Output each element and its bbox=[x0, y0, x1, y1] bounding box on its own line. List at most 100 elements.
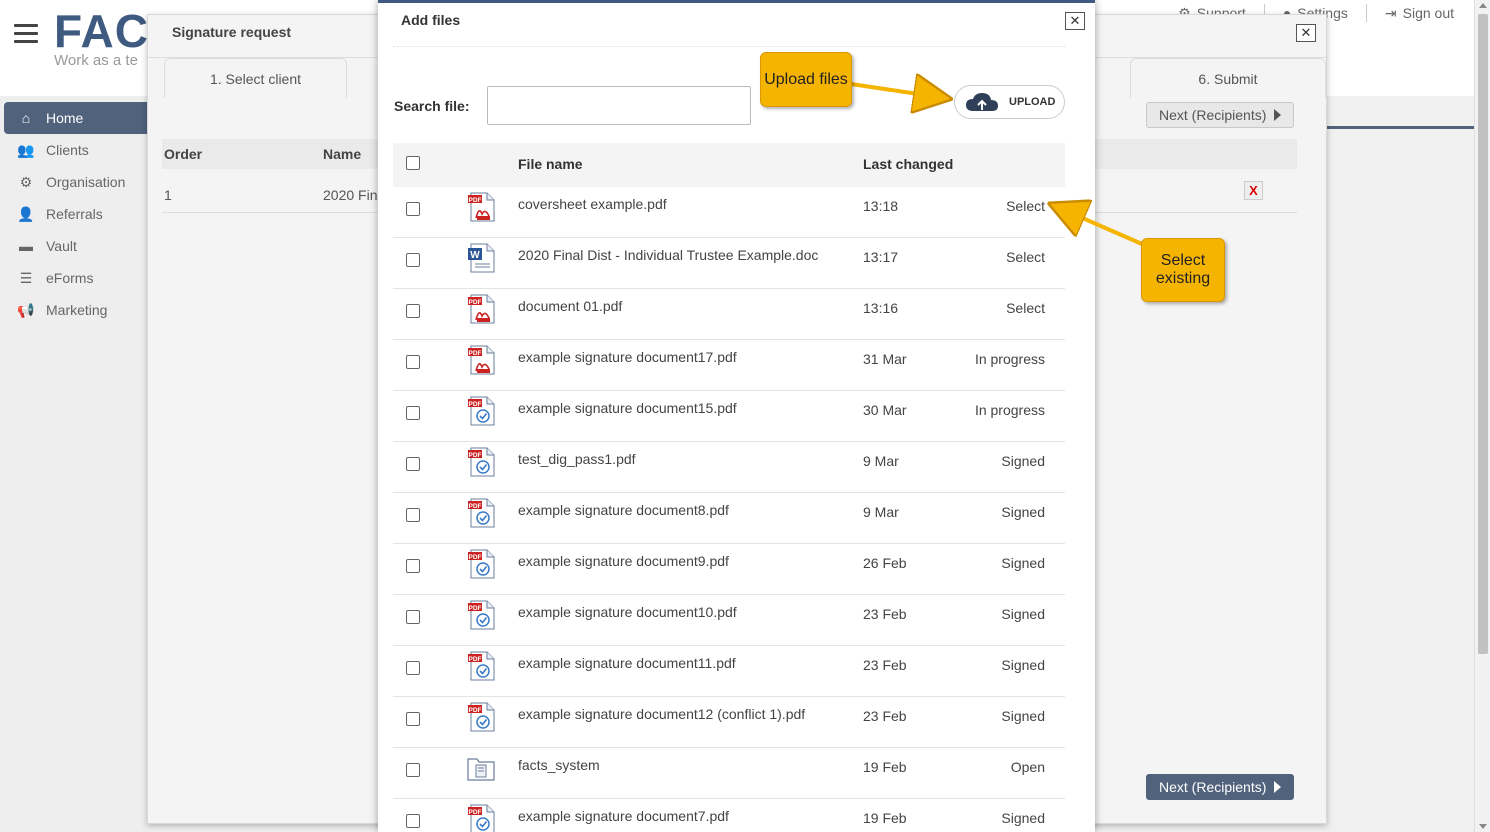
file-name[interactable]: document 01.pdf bbox=[518, 298, 622, 314]
table-row[interactable]: PDF example signature document9.pdf 26 Feb… bbox=[393, 544, 1065, 595]
file-name[interactable]: example signature document7.pdf bbox=[518, 808, 729, 824]
file-status-action[interactable]: Signed bbox=[1001, 657, 1045, 673]
file-name-column-header: File name bbox=[518, 156, 583, 172]
table-row[interactable]: PDF example signature document11.pdf 23 Fe… bbox=[393, 646, 1065, 697]
delete-button[interactable]: X bbox=[1244, 181, 1263, 200]
app-tagline: Work as a te bbox=[54, 52, 138, 69]
close-button[interactable]: ✕ bbox=[1065, 12, 1085, 30]
table-row[interactable]: PDF example signature document12 (conflic… bbox=[393, 697, 1065, 748]
table-row[interactable]: PDF example signature document15.pdf 30 Ma… bbox=[393, 391, 1065, 442]
next-recipients-button[interactable]: Next (Recipients) bbox=[1146, 102, 1295, 128]
file-name[interactable]: test_dig_pass1.pdf bbox=[518, 451, 636, 467]
referrals-icon: 👤 bbox=[17, 205, 35, 222]
sidebar-item-home[interactable]: ⌂ Home bbox=[4, 102, 148, 134]
sidebar-item-eforms[interactable]: ☰ eForms bbox=[0, 262, 148, 294]
row-checkbox[interactable] bbox=[406, 202, 420, 216]
select-callout: Select existing bbox=[1141, 238, 1225, 302]
file-name[interactable]: example signature document9.pdf bbox=[518, 553, 729, 569]
row-checkbox[interactable] bbox=[406, 355, 420, 369]
megaphone-icon: 📢 bbox=[17, 301, 35, 318]
svg-text:PDF: PDF bbox=[469, 350, 482, 357]
table-row[interactable]: facts_system 19 Feb Open bbox=[393, 748, 1065, 799]
select-all-checkbox[interactable] bbox=[406, 156, 420, 170]
row-checkbox[interactable] bbox=[406, 661, 420, 675]
sign-out-link[interactable]: ⇥ Sign out bbox=[1385, 4, 1454, 22]
tab-select-client[interactable]: 1. Select client bbox=[164, 58, 347, 98]
sidebar-item-clients[interactable]: 👥 Clients bbox=[0, 134, 148, 166]
page-scrollbar[interactable] bbox=[1474, 0, 1490, 832]
file-status-action[interactable]: Signed bbox=[1001, 810, 1045, 826]
order-column-header: Order bbox=[164, 146, 203, 162]
archive-icon: ▬ bbox=[19, 238, 33, 254]
signed-pdf-icon: PDF bbox=[467, 702, 495, 732]
scroll-down-icon[interactable] bbox=[1479, 824, 1487, 829]
file-status-action[interactable]: Signed bbox=[1001, 504, 1045, 520]
table-row[interactable]: PDF coversheet example.pdf 13:18 Select bbox=[393, 187, 1065, 238]
file-status-action[interactable]: Signed bbox=[1001, 708, 1045, 724]
app-logo: FAC bbox=[54, 5, 149, 57]
scroll-up-icon[interactable] bbox=[1479, 3, 1487, 8]
file-status-action[interactable]: Select bbox=[1006, 300, 1045, 316]
file-name[interactable]: 2020 Final Dist - Individual Trustee Exa… bbox=[518, 247, 818, 263]
file-status-action[interactable]: In progress bbox=[975, 402, 1045, 418]
row-checkbox[interactable] bbox=[406, 253, 420, 267]
table-row[interactable]: PDF example signature document8.pdf 9 Mar S… bbox=[393, 493, 1065, 544]
row-checkbox[interactable] bbox=[406, 712, 420, 726]
divider bbox=[393, 46, 1065, 47]
row-checkbox[interactable] bbox=[406, 763, 420, 777]
file-status-action[interactable]: Signed bbox=[1001, 555, 1045, 571]
row-checkbox[interactable] bbox=[406, 610, 420, 624]
file-status-action[interactable]: Signed bbox=[1001, 453, 1045, 469]
file-name[interactable]: example signature document10.pdf bbox=[518, 604, 737, 620]
file-name[interactable]: facts_system bbox=[518, 757, 600, 773]
upload-button[interactable]: UPLOAD bbox=[954, 85, 1065, 119]
cloud-upload-icon bbox=[966, 93, 998, 111]
file-name[interactable]: coversheet example.pdf bbox=[518, 196, 667, 212]
file-name[interactable]: example signature document8.pdf bbox=[518, 502, 729, 518]
row-checkbox[interactable] bbox=[406, 406, 420, 420]
last-changed: 26 Feb bbox=[863, 555, 907, 571]
search-input[interactable] bbox=[487, 86, 751, 125]
tab-submit[interactable]: 6. Submit bbox=[1130, 58, 1326, 98]
table-row[interactable]: PDF test_dig_pass1.pdf 9 Mar Signed bbox=[393, 442, 1065, 493]
file-status-action[interactable]: Select bbox=[1006, 198, 1045, 214]
row-checkbox[interactable] bbox=[406, 814, 420, 828]
table-row[interactable]: PDF example signature document17.pdf 31 Ma… bbox=[393, 340, 1065, 391]
sidebar-item-organisation[interactable]: ⚙ Organisation bbox=[0, 166, 148, 198]
row-checkbox[interactable] bbox=[406, 508, 420, 522]
file-name[interactable]: example signature document15.pdf bbox=[518, 400, 737, 416]
sidebar-item-referrals[interactable]: 👤 Referrals bbox=[0, 198, 148, 230]
file-status-action[interactable]: In progress bbox=[975, 351, 1045, 367]
file-status-action[interactable]: Open bbox=[1011, 759, 1045, 775]
sidebar-item-marketing[interactable]: 📢 Marketing bbox=[0, 294, 148, 326]
file-status-action[interactable]: Select bbox=[1006, 249, 1045, 265]
menu-icon[interactable] bbox=[14, 24, 38, 44]
row-checkbox[interactable] bbox=[406, 559, 420, 573]
file-name[interactable]: example signature document11.pdf bbox=[518, 655, 736, 671]
folder-icon bbox=[467, 753, 495, 783]
row-checkbox[interactable] bbox=[406, 304, 420, 318]
sidebar-item-vault[interactable]: ▬ Vault bbox=[0, 230, 148, 262]
table-row[interactable]: W 2020 Final Dist - Individual Trustee Ex… bbox=[393, 238, 1065, 289]
dialog-title: Signature request bbox=[172, 24, 292, 40]
table-row[interactable]: PDF document 01.pdf 13:16 Select bbox=[393, 289, 1065, 340]
svg-text:PDF: PDF bbox=[469, 554, 482, 561]
file-name[interactable]: example signature document12 (conflict 1… bbox=[518, 706, 805, 722]
file-name[interactable]: example signature document17.pdf bbox=[518, 349, 737, 365]
table-row[interactable]: PDF example signature document7.pdf 19 Feb… bbox=[393, 799, 1065, 832]
sign-out-icon: ⇥ bbox=[1384, 4, 1397, 21]
close-button[interactable]: ✕ bbox=[1296, 24, 1316, 42]
pdf-file-icon: PDF bbox=[467, 345, 495, 375]
svg-text:PDF: PDF bbox=[469, 452, 482, 459]
last-changed: 19 Feb bbox=[863, 759, 907, 775]
row-checkbox[interactable] bbox=[406, 457, 420, 471]
signed-pdf-icon: PDF bbox=[467, 396, 495, 426]
scroll-thumb[interactable] bbox=[1478, 14, 1488, 654]
file-table: File name Last changed PDF coversheet exa… bbox=[393, 143, 1065, 832]
table-row[interactable]: PDF example signature document10.pdf 23 Fe… bbox=[393, 595, 1065, 646]
users-icon: 👥 bbox=[17, 141, 35, 158]
file-rows: PDF coversheet example.pdf 13:18 Select W 202… bbox=[393, 187, 1065, 832]
next-recipients-button-bottom[interactable]: Next (Recipients) bbox=[1146, 774, 1295, 800]
signed-pdf-icon: PDF bbox=[467, 804, 495, 832]
file-status-action[interactable]: Signed bbox=[1001, 606, 1045, 622]
